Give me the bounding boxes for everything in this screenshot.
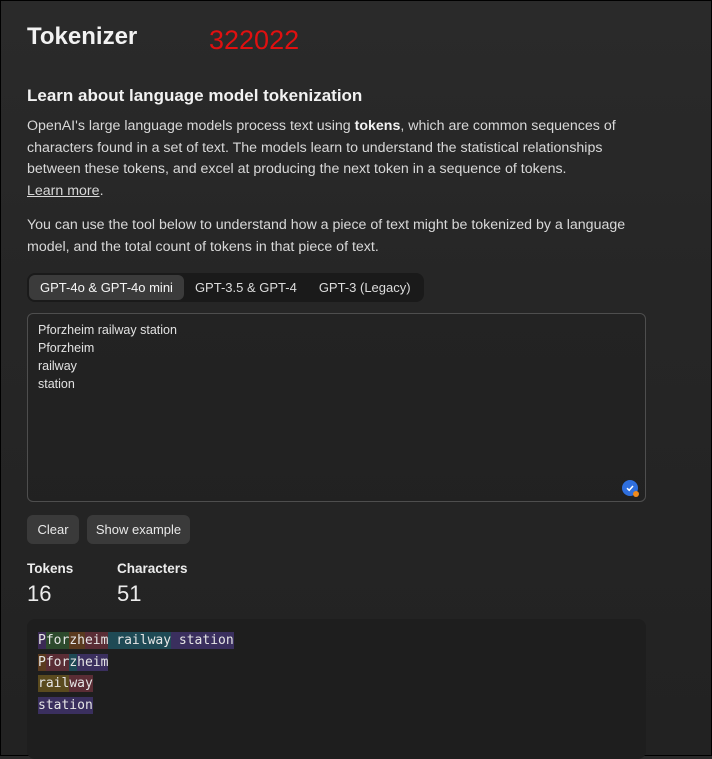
input-line: railway — [38, 359, 77, 373]
token-chip: P — [38, 653, 46, 671]
tab-gpt-4o[interactable]: GPT-4o & GPT-4o mini — [29, 275, 184, 300]
learn-more-suffix: . — [99, 182, 104, 199]
learn-more-link[interactable]: Learn more — [27, 183, 100, 199]
token-chip: heim — [77, 653, 109, 671]
tab-gpt-3-5-gpt-4[interactable]: GPT-3.5 & GPT-4 — [184, 275, 308, 300]
status-dot-icon — [633, 491, 639, 497]
token-chip: z — [69, 653, 78, 671]
token-line: station — [38, 695, 635, 717]
section-heading: Learn about language model tokenization — [27, 86, 363, 105]
token-chip: for — [45, 632, 70, 649]
input-line: station — [38, 377, 75, 391]
token-chip: railway — [108, 632, 172, 649]
token-chip: eim — [84, 632, 109, 649]
tokens-count: 16 — [27, 581, 52, 606]
page-title: Tokenizer — [27, 23, 138, 50]
token-line: railway — [38, 673, 635, 695]
token-line: Pforzheim — [38, 652, 635, 674]
text-input[interactable]: Pforzheim railway station Pforzheim rail… — [27, 313, 646, 502]
tab-gpt-3-legacy[interactable]: GPT-3 (Legacy) — [308, 275, 422, 300]
input-line: Pforzheim railway station — [38, 323, 177, 337]
intro-text-1: OpenAI's large language models process t… — [27, 118, 355, 134]
model-tabs: GPT-4o & GPT-4o mini GPT-3.5 & GPT-4 GPT… — [27, 273, 424, 302]
tokens-label: Tokens — [27, 561, 74, 576]
token-visualization: Pforzheim railway station Pforzheim railwa… — [27, 619, 646, 759]
token-chip: for — [45, 653, 70, 671]
token-chip: rail — [38, 675, 70, 692]
token-chip: way — [69, 675, 93, 692]
token-chip: station — [171, 632, 234, 649]
clear-button[interactable]: Clear — [27, 515, 79, 544]
input-line: Pforzheim — [38, 341, 95, 355]
overlay-number: 322022 — [209, 25, 300, 55]
show-example-button[interactable]: Show example — [87, 515, 190, 544]
token-line: Pforzheim railway station — [38, 630, 635, 652]
token-chip: station — [38, 696, 93, 714]
token-chip: P — [38, 632, 46, 649]
tool-description: You can use the tool below to understand… — [27, 217, 626, 255]
intro-paragraph: OpenAI's large language models process t… — [27, 116, 657, 202]
characters-count: 51 — [117, 581, 142, 606]
grammar-check-icon[interactable] — [622, 480, 639, 497]
intro-bold-tokens: tokens — [354, 118, 401, 134]
characters-label: Characters — [117, 561, 188, 576]
token-chip: zh — [69, 632, 85, 649]
